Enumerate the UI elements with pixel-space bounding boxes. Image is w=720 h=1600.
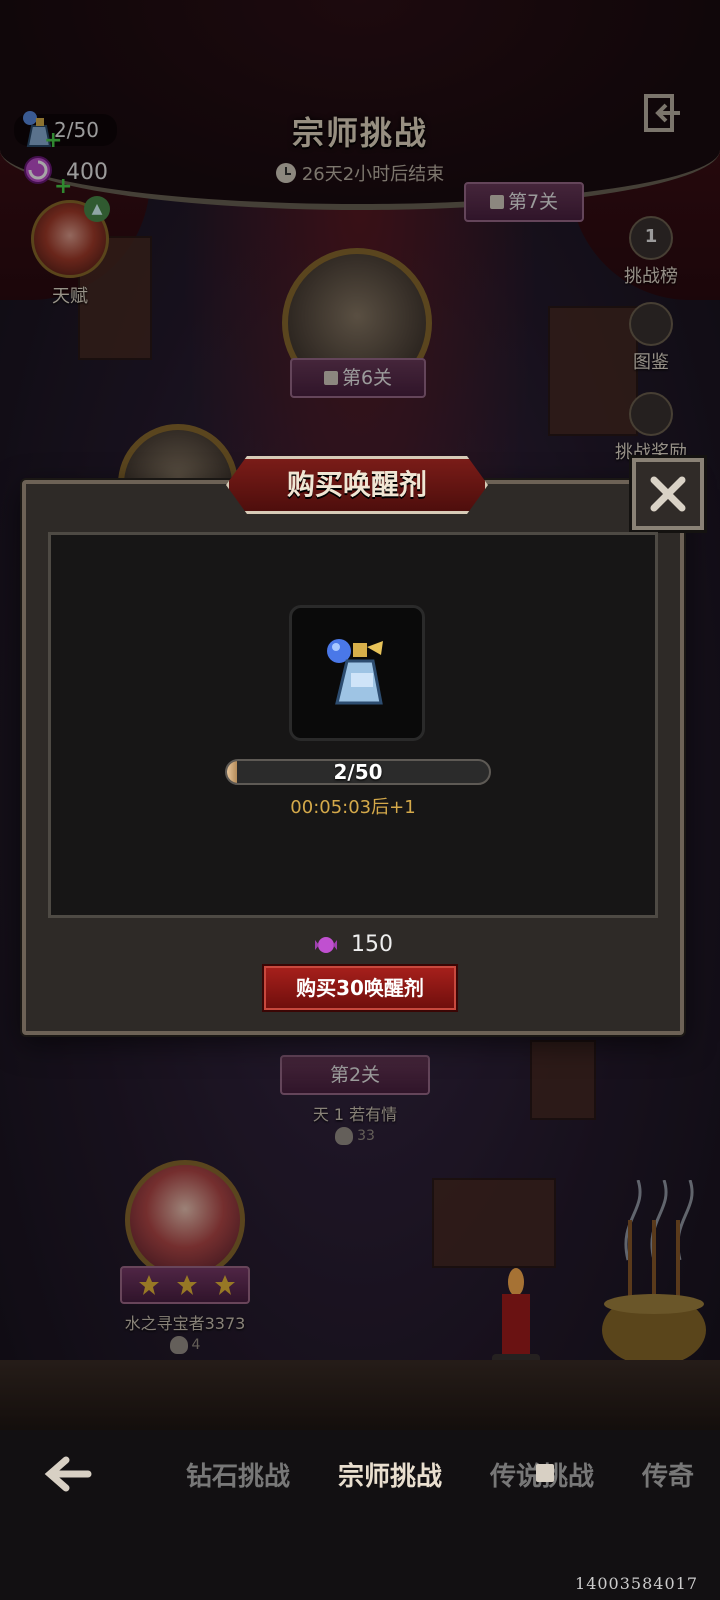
potion-item-slot — [289, 605, 425, 741]
awakening-potion-icon — [327, 639, 383, 705]
cost-value: 150 — [351, 932, 393, 957]
buy-button[interactable]: 购买30唤醒剂 — [262, 964, 458, 1012]
potion-progress-bar: 2/50 — [225, 759, 491, 785]
tab-epic-challenge[interactable]: 传奇 — [642, 1456, 720, 1493]
dialog-content: 2/50 00:05:03后+1 — [48, 532, 658, 918]
progress-text: 2/50 — [333, 760, 383, 784]
close-icon — [650, 476, 686, 512]
back-arrow-icon[interactable] — [44, 1454, 92, 1494]
candy-icon — [315, 936, 337, 953]
refill-countdown: 00:05:03后+1 — [290, 797, 416, 818]
user-id: 14003584017 — [575, 1574, 698, 1593]
tab-master-challenge[interactable]: 宗师挑战 — [338, 1456, 442, 1493]
purchase-cost: 150 — [26, 932, 680, 957]
close-button[interactable] — [632, 458, 704, 530]
tab-legend-challenge[interactable]: 传说挑战 — [490, 1456, 594, 1493]
tab-diamond-challenge[interactable]: 钻石挑战 — [186, 1456, 290, 1493]
lock-icon — [536, 1464, 554, 1482]
dialog-title: 购买唤醒剂 — [286, 468, 427, 501]
bottom-nav: 钻石挑战 宗师挑战 传说挑战 传奇 14003584017 — [0, 1430, 720, 1600]
buy-potion-dialog: 购买唤醒剂 2/50 00:05:03后+1 150 购买30唤醒剂 — [22, 456, 704, 1035]
